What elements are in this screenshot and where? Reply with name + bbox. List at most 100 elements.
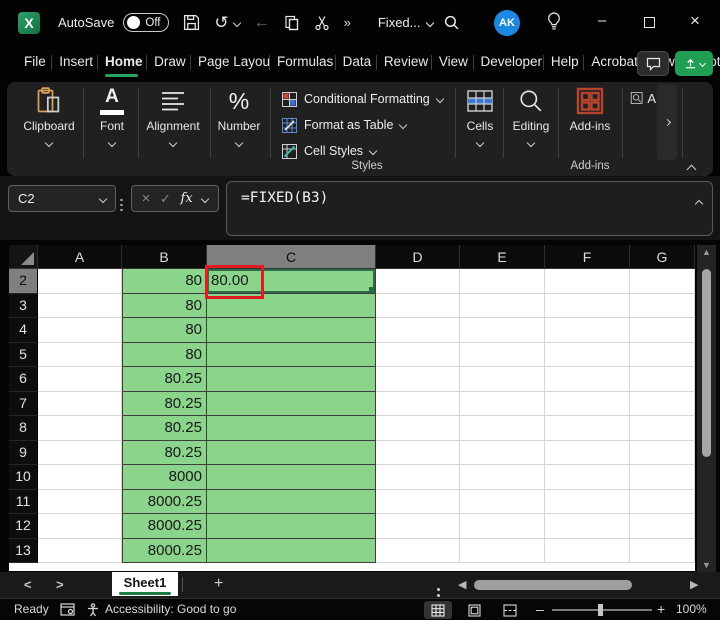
cell[interactable]	[630, 416, 695, 441]
tab-developer[interactable]: Developer	[472, 45, 543, 80]
cell[interactable]	[376, 538, 460, 563]
cell[interactable]	[630, 293, 695, 318]
prev-sheet-button[interactable]: <	[24, 577, 32, 592]
column-header-G[interactable]: G	[630, 245, 695, 269]
row-header-5[interactable]: 5	[9, 342, 38, 367]
cell-B12[interactable]: 8000.25	[122, 514, 207, 539]
cell-B9[interactable]: 80.25	[122, 440, 207, 465]
column-header-F[interactable]: F	[545, 245, 630, 269]
drag-handle-icon[interactable]	[120, 188, 123, 206]
cell[interactable]	[545, 514, 630, 539]
addins-button[interactable]: Add-ins	[562, 86, 618, 133]
format-as-table-button[interactable]: Format as Table	[282, 112, 443, 138]
column-header-E[interactable]: E	[460, 245, 545, 269]
cell[interactable]	[630, 489, 695, 514]
cell-C10[interactable]	[207, 465, 376, 490]
cell[interactable]	[38, 440, 122, 465]
row-header-11[interactable]: 11	[9, 489, 38, 514]
page-break-preview-button[interactable]	[496, 601, 524, 619]
cell[interactable]	[545, 489, 630, 514]
enter-button[interactable]: ✓	[160, 191, 171, 207]
cell[interactable]	[38, 293, 122, 318]
cell[interactable]	[376, 489, 460, 514]
cell[interactable]	[38, 416, 122, 441]
cell[interactable]	[38, 269, 122, 294]
zoom-level[interactable]: 100%	[676, 602, 707, 616]
tab-insert[interactable]: Insert	[51, 45, 97, 80]
row-header-8[interactable]: 8	[9, 416, 38, 441]
undo-button[interactable]: ↺	[214, 14, 241, 31]
cancel-button[interactable]: ×	[142, 190, 151, 207]
cell[interactable]	[630, 269, 695, 294]
cell-C9[interactable]	[207, 440, 376, 465]
cell[interactable]	[376, 293, 460, 318]
vertical-scrollbar[interactable]: ▲ ▼	[697, 245, 716, 572]
cell[interactable]	[38, 538, 122, 563]
cell[interactable]	[460, 367, 545, 392]
tab-home[interactable]: Home	[97, 45, 146, 80]
cell[interactable]	[545, 318, 630, 343]
cell[interactable]	[38, 465, 122, 490]
cell[interactable]	[376, 342, 460, 367]
splitter-handle-icon[interactable]	[437, 578, 440, 596]
cell[interactable]	[545, 342, 630, 367]
cell[interactable]	[38, 391, 122, 416]
macro-record-button[interactable]	[60, 603, 75, 619]
row-header-3[interactable]: 3	[9, 293, 38, 318]
cell-C4[interactable]	[207, 318, 376, 343]
cell[interactable]	[460, 318, 545, 343]
cell-B10[interactable]: 8000	[122, 465, 207, 490]
tell-me-button[interactable]	[546, 12, 562, 36]
tab-help[interactable]: Help	[542, 45, 584, 80]
zoom-in-button[interactable]: +	[657, 601, 665, 617]
cell-C7[interactable]	[207, 391, 376, 416]
cell[interactable]	[630, 391, 695, 416]
editing-group-button[interactable]: Editing	[506, 86, 556, 151]
cell[interactable]	[460, 538, 545, 563]
column-header-B[interactable]: B	[122, 245, 207, 269]
alignment-group-button[interactable]: Alignment	[140, 86, 206, 151]
cell[interactable]	[460, 465, 545, 490]
conditional-formatting-button[interactable]: Conditional Formatting	[282, 86, 445, 112]
cells-group-button[interactable]: Cells	[458, 86, 502, 151]
tab-draw[interactable]: Draw	[146, 45, 190, 80]
cell-B8[interactable]: 80.25	[122, 416, 207, 441]
add-sheet-button[interactable]: +	[214, 575, 223, 593]
cell[interactable]	[630, 342, 695, 367]
tab-acrobat[interactable]: Acrobat	[583, 45, 640, 80]
cell-B6[interactable]: 80.25	[122, 367, 207, 392]
cell[interactable]	[630, 465, 695, 490]
tab-data[interactable]: Data	[334, 45, 376, 80]
column-header-A[interactable]: A	[38, 245, 122, 269]
cell[interactable]	[38, 342, 122, 367]
collapse-formula-bar-button[interactable]	[694, 194, 704, 212]
cell[interactable]	[376, 269, 460, 294]
cell[interactable]	[460, 440, 545, 465]
cell[interactable]	[460, 269, 545, 294]
fill-handle[interactable]	[369, 286, 375, 293]
cell-B3[interactable]: 80	[122, 293, 207, 318]
cell[interactable]	[460, 293, 545, 318]
close-button[interactable]: ×	[690, 11, 700, 31]
next-sheet-button[interactable]: >	[56, 577, 64, 592]
ribbon-more-button[interactable]	[657, 84, 677, 160]
zoom-slider-thumb[interactable]	[598, 604, 603, 616]
tab-view[interactable]: View	[430, 45, 473, 80]
search-button[interactable]	[443, 14, 460, 36]
cell[interactable]	[630, 440, 695, 465]
cell-B5[interactable]: 80	[122, 342, 207, 367]
cell[interactable]	[545, 391, 630, 416]
cell[interactable]	[545, 538, 630, 563]
formula-input[interactable]: =FIXED(B3)	[226, 181, 713, 236]
scroll-left-icon[interactable]: ◀	[458, 578, 466, 591]
cell[interactable]	[545, 440, 630, 465]
column-header-D[interactable]: D	[376, 245, 460, 269]
cell[interactable]	[545, 269, 630, 294]
scroll-up-icon[interactable]: ▲	[697, 245, 716, 259]
cell[interactable]	[630, 514, 695, 539]
cell[interactable]	[630, 367, 695, 392]
autosave-toggle[interactable]: Off	[123, 13, 170, 32]
row-header-4[interactable]: 4	[9, 318, 38, 343]
clipboard-group-button[interactable]: Clipboard	[18, 86, 80, 151]
cut-button[interactable]	[314, 15, 330, 31]
